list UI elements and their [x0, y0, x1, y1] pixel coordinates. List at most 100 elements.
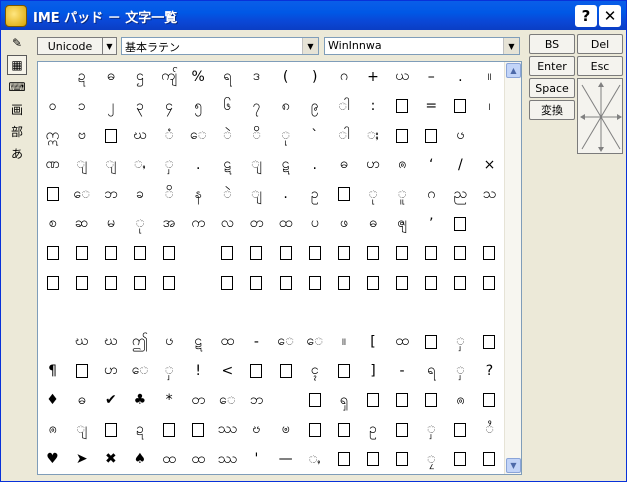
character-cell[interactable]: ှ — [155, 150, 184, 179]
character-cell[interactable] — [38, 62, 67, 91]
character-cell[interactable] — [96, 268, 125, 297]
character-cell[interactable]: ဓ — [67, 386, 96, 415]
character-cell[interactable]: ( — [271, 62, 300, 91]
escape-button[interactable]: Esc — [577, 56, 623, 76]
character-cell[interactable]: ဟ — [358, 150, 387, 179]
handwriting-tool-icon[interactable]: ✎ — [7, 33, 27, 53]
character-cell[interactable]: ေ — [67, 180, 96, 209]
character-cell[interactable]: ဓ — [96, 62, 125, 91]
character-cell[interactable]: ! — [184, 356, 213, 385]
character-cell[interactable]: ေ — [125, 356, 154, 385]
character-cell[interactable]: ‘ — [417, 150, 446, 179]
space-button[interactable]: Space — [529, 78, 575, 98]
character-cell[interactable] — [38, 239, 67, 268]
character-cell[interactable]: ဘ — [242, 386, 271, 415]
character-cell[interactable] — [475, 121, 504, 150]
kana-tool-icon[interactable]: あ — [7, 143, 27, 163]
character-cell[interactable] — [213, 239, 242, 268]
scroll-up-icon[interactable]: ▲ — [506, 63, 521, 78]
character-cell[interactable] — [388, 297, 417, 326]
character-cell[interactable] — [67, 297, 96, 326]
character-cell[interactable]: ေ — [300, 327, 329, 356]
character-cell[interactable] — [155, 415, 184, 444]
character-cell[interactable]: ၃ — [125, 91, 154, 120]
character-cell[interactable] — [96, 415, 125, 444]
direction-pad[interactable] — [577, 78, 623, 154]
character-cell[interactable]: % — [184, 62, 213, 91]
character-cell[interactable] — [184, 239, 213, 268]
character-cell[interactable]: ➤ — [67, 445, 96, 474]
character-cell[interactable]: ှ — [155, 356, 184, 385]
character-cell[interactable] — [271, 386, 300, 415]
character-cell[interactable] — [271, 268, 300, 297]
character-cell[interactable]: လ — [213, 209, 242, 238]
character-cell[interactable]: ၄ — [155, 91, 184, 120]
character-cell[interactable]: ရ — [213, 62, 242, 91]
character-cell[interactable]: ဲ — [213, 180, 242, 209]
character-cell[interactable]: < — [213, 356, 242, 385]
chevron-down-icon[interactable]: ▼ — [302, 38, 318, 54]
character-cell[interactable]: ၂ — [96, 91, 125, 120]
character-cell[interactable]: ဆ — [67, 209, 96, 238]
character-cell[interactable] — [417, 268, 446, 297]
character-cell[interactable] — [475, 297, 504, 326]
character-cell[interactable]: အ — [155, 209, 184, 238]
character-cell[interactable] — [475, 386, 504, 415]
character-cell[interactable] — [300, 239, 329, 268]
character-cell[interactable]: ေ — [213, 386, 242, 415]
character-cell[interactable] — [125, 268, 154, 297]
character-cell[interactable]: ' — [242, 445, 271, 474]
character-cell[interactable]: . — [300, 150, 329, 179]
character-cell[interactable]: / — [446, 150, 475, 179]
character-cell[interactable]: ထ — [184, 445, 213, 474]
charset-select[interactable]: 基本ラテン ▼ — [121, 37, 319, 55]
character-cell[interactable]: : — [358, 91, 387, 120]
character-cell[interactable]: ေ — [271, 327, 300, 356]
character-cell[interactable] — [184, 415, 213, 444]
character-cell[interactable]: ှ — [417, 415, 446, 444]
character-cell[interactable]: ဍ — [125, 415, 154, 444]
character-cell[interactable] — [388, 415, 417, 444]
character-cell[interactable]: ထ — [155, 445, 184, 474]
character-cell[interactable]: ဥ — [358, 415, 387, 444]
character-cell[interactable] — [96, 239, 125, 268]
character-cell[interactable]: ု — [271, 121, 300, 150]
character-cell[interactable] — [475, 445, 504, 474]
character-cell[interactable]: ု — [125, 209, 154, 238]
character-cell[interactable]: သ — [475, 180, 504, 209]
character-cell[interactable] — [475, 209, 504, 238]
character-cell[interactable]: ဗ — [67, 121, 96, 150]
character-cell[interactable]: ထ — [271, 209, 300, 238]
character-cell[interactable] — [271, 297, 300, 326]
character-cell[interactable]: + — [358, 62, 387, 91]
character-cell[interactable] — [300, 415, 329, 444]
unicode-dropdown-arrow[interactable]: ▼ — [103, 37, 117, 55]
character-cell[interactable] — [213, 268, 242, 297]
character-cell[interactable]: ။ — [329, 327, 358, 356]
character-cell[interactable]: ဲ — [213, 121, 242, 150]
delete-button[interactable]: Del — [577, 34, 623, 54]
character-cell[interactable] — [417, 327, 446, 356]
character-cell[interactable]: ဋ — [271, 150, 300, 179]
character-cell[interactable]: ၊ — [475, 91, 504, 120]
character-cell[interactable] — [388, 121, 417, 150]
character-cell[interactable] — [446, 297, 475, 326]
character-cell[interactable] — [96, 121, 125, 150]
character-cell[interactable]: ဝ — [38, 91, 67, 120]
character-cell[interactable]: ဤ — [125, 327, 154, 356]
chevron-down-icon[interactable]: ▼ — [503, 38, 519, 54]
vertical-scrollbar[interactable]: ▲ ▼ — [504, 62, 521, 474]
character-cell[interactable] — [38, 297, 67, 326]
character-cell[interactable]: ဿ — [213, 445, 242, 474]
character-cell[interactable]: ၒ — [446, 121, 475, 150]
character-cell[interactable]: ဂ — [329, 62, 358, 91]
character-cell[interactable]: ါ — [329, 121, 358, 150]
character-cell[interactable]: ) — [300, 62, 329, 91]
character-cell[interactable] — [446, 445, 475, 474]
character-cell[interactable] — [475, 327, 504, 356]
character-cell[interactable]: - — [388, 356, 417, 385]
character-cell[interactable] — [329, 268, 358, 297]
character-cell[interactable]: * — [155, 386, 184, 415]
character-cell[interactable] — [67, 239, 96, 268]
character-cell[interactable]: မ — [96, 209, 125, 238]
